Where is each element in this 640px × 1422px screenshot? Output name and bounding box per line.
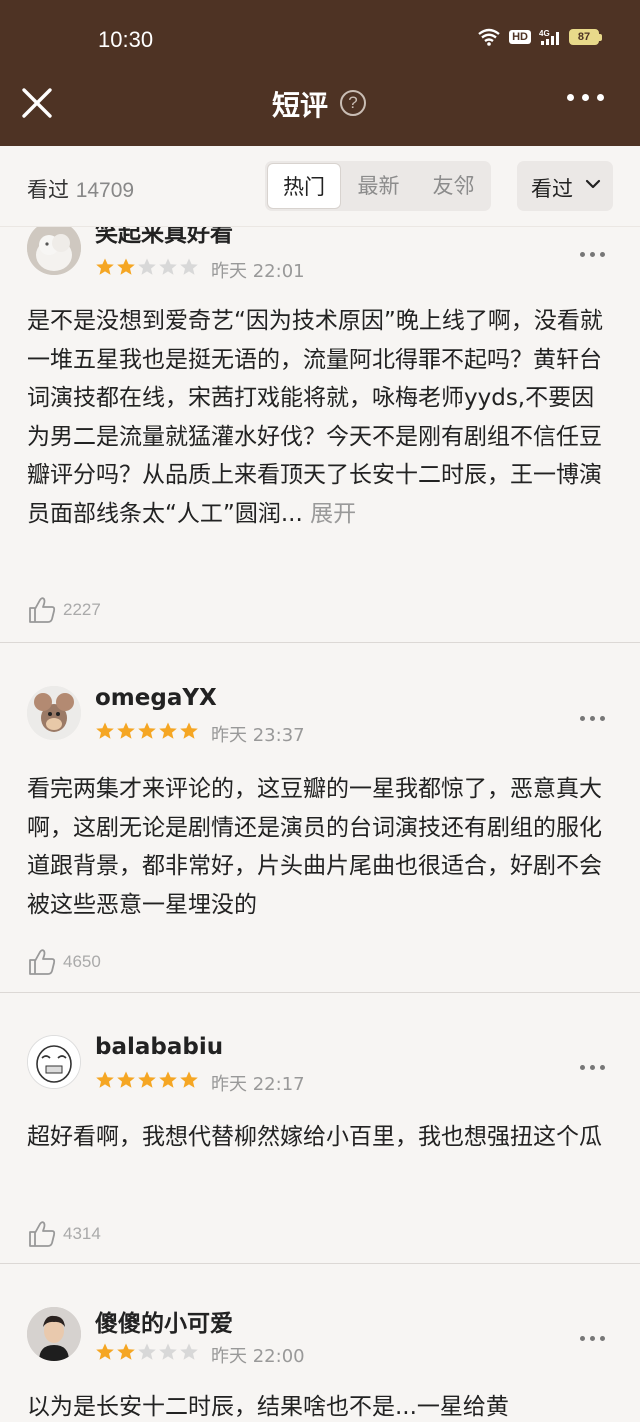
- review-more-icon[interactable]: [580, 252, 605, 257]
- tab-friends[interactable]: 友邻: [416, 161, 491, 211]
- review-text: 超好看啊，我想代替柳然嫁给小百里，我也想强扭这个瓜: [27, 1124, 602, 1150]
- avatar[interactable]: [27, 227, 81, 275]
- tab-latest[interactable]: 最新: [341, 161, 416, 211]
- network-label: 4G: [539, 29, 550, 38]
- review-item: balababiu 昨天 22:17 超好看啊，我想代替柳然嫁给小百里，我也想强…: [0, 993, 640, 1263]
- review-time: 昨天 22:01: [211, 261, 305, 282]
- thumbs-up-icon: [29, 1221, 56, 1247]
- close-icon[interactable]: [18, 84, 56, 122]
- filter-bar: 看过 14709 热门 最新 友邻 看过: [0, 146, 640, 227]
- review-username[interactable]: 傻傻的小可爱: [95, 1304, 233, 1338]
- review-text: 是不是没想到爱奇艺“因为技术原因”晚上线了啊，没看就一堆五星我也是挺无语的，流量…: [27, 302, 617, 534]
- review-item: omegaYX 昨天 23:37 看完两集才来评论的，这豆瓣的一星我都惊了，恶意…: [0, 643, 640, 992]
- battery-level: 87: [569, 29, 599, 45]
- expand-link[interactable]: 展开: [310, 501, 356, 527]
- watched-count-number: 14709: [75, 179, 135, 202]
- star-rating: [95, 257, 199, 277]
- review-text: 以为是长安十二时辰，结果啥也不是...一星给黄: [27, 1394, 509, 1420]
- avatar[interactable]: [27, 1307, 81, 1361]
- star-empty-icon: [159, 1343, 177, 1360]
- watched-count: 看过 14709: [27, 174, 134, 204]
- star-empty-icon: [138, 1343, 156, 1360]
- star-filled-icon: [117, 722, 135, 739]
- star-filled-icon: [96, 722, 114, 739]
- review-time: 昨天 23:37: [211, 725, 305, 746]
- avatar[interactable]: [27, 686, 81, 740]
- star-filled-icon: [159, 1071, 177, 1088]
- review-username[interactable]: balababiu: [95, 1034, 223, 1060]
- star-filled-icon: [180, 1071, 198, 1088]
- star-filled-icon: [96, 1343, 114, 1360]
- signal-icon: 4G: [539, 29, 559, 45]
- review-username[interactable]: 笑起来真好看: [95, 227, 233, 248]
- hd-badge: HD: [509, 30, 531, 44]
- star-filled-icon: [117, 1343, 135, 1360]
- chevron-down-icon: [585, 179, 601, 189]
- review-more-icon[interactable]: [580, 716, 605, 721]
- star-empty-icon: [159, 258, 177, 275]
- review-feed[interactable]: 笑起来真好看 昨天 22:01 是不是没想到爱奇艺“因为技术原因”晚上线了啊，没…: [0, 227, 640, 1422]
- review-time: 昨天 22:17: [211, 1074, 305, 1095]
- star-filled-icon: [159, 722, 177, 739]
- star-empty-icon: [138, 258, 156, 275]
- star-rating: [95, 721, 199, 741]
- star-filled-icon: [180, 722, 198, 739]
- review-more-icon[interactable]: [580, 1336, 605, 1341]
- review-more-icon[interactable]: [580, 1065, 605, 1070]
- tab-hot[interactable]: 热门: [267, 163, 341, 209]
- thumbs-up-icon: [29, 597, 56, 623]
- help-icon[interactable]: ?: [340, 90, 366, 116]
- star-filled-icon: [117, 1071, 135, 1088]
- star-rating: [95, 1342, 199, 1362]
- review-text: 看完两集才来评论的，这豆瓣的一星我都惊了，恶意真大啊，这剧无论是剧情还是演员的台…: [27, 776, 602, 918]
- star-filled-icon: [117, 258, 135, 275]
- review-item: 傻傻的小可爱 昨天 22:00 以为是长安十二时辰，结果啥也不是...一星给黄: [0, 1264, 640, 1422]
- star-filled-icon: [96, 258, 114, 275]
- page-title: 短评: [272, 89, 329, 122]
- star-empty-icon: [180, 1343, 198, 1360]
- status-icons: HD 4G 87: [477, 28, 602, 46]
- review-username[interactable]: omegaYX: [95, 685, 217, 711]
- like-count: 4650: [63, 952, 101, 971]
- top-app-bar: 10:30 HD 4G 87 短评 ?: [0, 0, 640, 146]
- star-filled-icon: [138, 1071, 156, 1088]
- star-filled-icon: [96, 1071, 114, 1088]
- like-button[interactable]: 4650: [27, 947, 101, 977]
- status-filter-dropdown[interactable]: 看过: [517, 161, 613, 211]
- status-time: 10:30: [98, 27, 154, 52]
- battery-icon: 87: [569, 29, 602, 45]
- star-rating: [95, 1070, 199, 1090]
- review-text-body: 是不是没想到爱奇艺“因为技术原因”晚上线了啊，没看就一堆五星我也是挺无语的，流量…: [27, 308, 603, 527]
- status-filter-label: 看过: [531, 177, 573, 201]
- avatar[interactable]: [27, 1035, 81, 1089]
- watched-count-label: 看过: [27, 178, 69, 202]
- sort-segmented-control: 热门 最新 友邻: [265, 161, 491, 211]
- review-item: 笑起来真好看 昨天 22:01 是不是没想到爱奇艺“因为技术原因”晚上线了啊，没…: [0, 227, 640, 643]
- like-button[interactable]: 2227: [27, 595, 101, 625]
- thumbs-up-icon: [29, 949, 56, 975]
- star-filled-icon: [138, 722, 156, 739]
- more-options-icon[interactable]: [567, 94, 604, 101]
- like-count: 2227: [63, 600, 101, 619]
- like-button[interactable]: 4314: [27, 1219, 101, 1249]
- wifi-icon: [478, 28, 500, 46]
- star-empty-icon: [180, 258, 198, 275]
- review-time: 昨天 22:00: [211, 1346, 305, 1367]
- like-count: 4314: [63, 1224, 101, 1243]
